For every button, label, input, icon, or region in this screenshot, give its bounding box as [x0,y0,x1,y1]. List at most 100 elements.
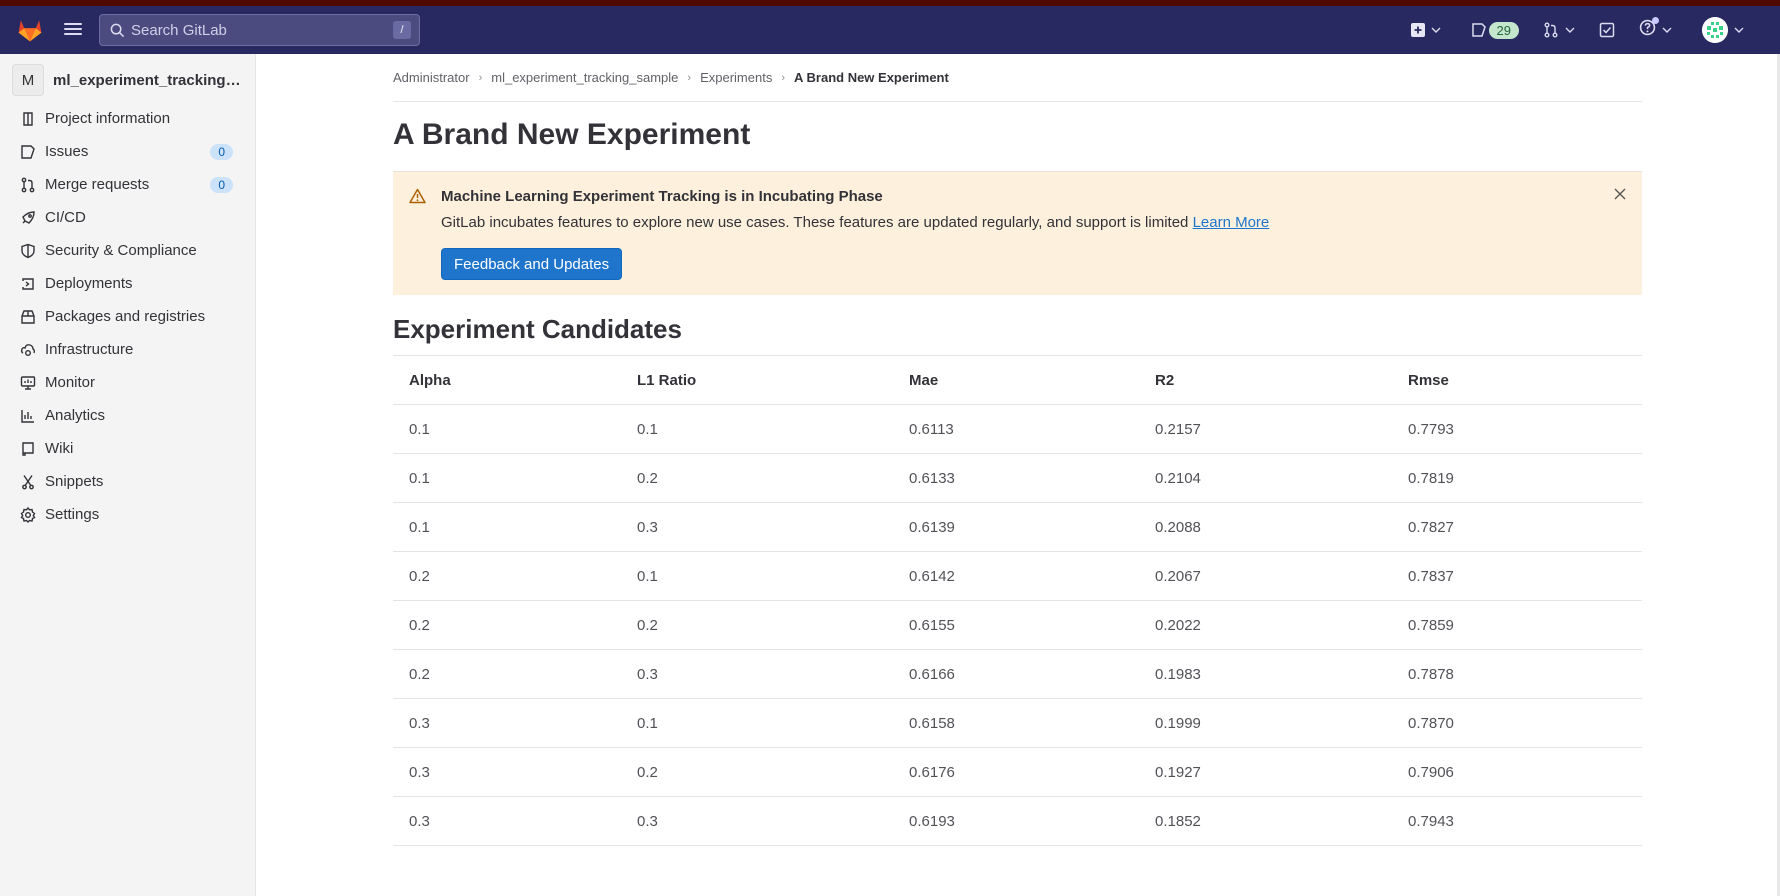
help-dropdown[interactable] [1633,14,1678,46]
notification-dot [1652,17,1659,24]
sidebar-item-packages-and-registries[interactable]: Packages and registries [0,300,255,333]
sidebar-item-label: Project information [45,110,171,127]
table-row[interactable]: 0.3 0.2 0.6176 0.1927 0.7906 [393,747,1642,797]
breadcrumb-administrator[interactable]: Administrator [393,70,470,85]
cell-alpha: 0.3 [393,747,621,797]
cell-mae: 0.6133 [893,453,1139,503]
search-shortcut-hint: / [393,21,411,39]
learn-more-link[interactable]: Learn More [1193,214,1270,231]
issues-nav-button[interactable]: 29 [1465,14,1525,46]
sidebar-item-snippets[interactable]: Snippets [0,465,255,498]
close-icon[interactable] [1614,188,1626,200]
cell-l1-ratio: 0.2 [621,747,893,797]
cell-rmse: 0.7793 [1392,404,1642,454]
candidates-title: Experiment Candidates [393,314,682,344]
chevron-down-icon [1431,27,1441,33]
breadcrumb-divider [393,101,1642,102]
feedback-and-updates-button[interactable]: Feedback and Updates [441,248,623,280]
cell-mae: 0.6158 [893,698,1139,748]
plus-square-icon [1410,23,1425,37]
cell-alpha: 0.1 [393,453,621,503]
rocket-icon [20,210,36,226]
cell-l1-ratio: 0.2 [621,453,893,503]
sidebar-item-security-compliance[interactable]: Security & Compliance [0,234,255,267]
breadcrumb-project[interactable]: ml_experiment_tracking_sample [491,70,678,85]
sidebar-item-label: Infrastructure [45,341,134,358]
todos-button[interactable] [1593,14,1621,46]
sidebar-item-merge-requests[interactable]: Merge requests 0 [0,168,255,201]
table-row[interactable]: 0.1 0.2 0.6133 0.2104 0.7819 [393,453,1642,503]
deployments-icon [20,276,36,292]
table-row[interactable]: 0.2 0.3 0.6166 0.1983 0.7878 [393,649,1642,699]
column-header-mae[interactable]: Mae [893,355,1139,405]
user-menu-dropdown[interactable] [1696,14,1750,46]
count-badge: 0 [210,143,233,160]
book-icon [20,441,36,457]
alert-body: GitLab incubates features to explore new… [441,214,1269,231]
cell-l1-ratio: 0.2 [621,600,893,650]
column-header-rmse[interactable]: Rmse [1392,355,1642,405]
hamburger-menu-icon[interactable] [62,20,84,40]
cell-rmse: 0.7906 [1392,747,1642,797]
cell-r2: 0.2067 [1139,551,1392,601]
sidebar-item-label: Settings [45,506,100,523]
search-box[interactable]: / [99,14,420,46]
chevron-down-icon [1565,27,1575,33]
sidebar-item-project-information[interactable]: Project information [0,102,255,135]
cell-alpha: 0.3 [393,796,621,846]
chevron-right-icon: › [687,71,692,84]
page-title: A Brand New Experiment [393,118,751,151]
table-row[interactable]: 0.3 0.1 0.6158 0.1999 0.7870 [393,698,1642,748]
sidebar-item-label: Snippets [45,473,104,490]
column-header-alpha[interactable]: Alpha [393,355,621,405]
new-item-dropdown[interactable] [1405,14,1447,46]
candidates-table: Alpha L1 Ratio Mae R2 Rmse 0.1 0.1 0.6113 0… [393,355,1642,846]
merge-request-icon [20,177,36,193]
cell-alpha: 0.2 [393,649,621,699]
sidebar-project-header[interactable]: M ml_experiment_tracking_sample [0,58,255,102]
breadcrumb-experiments[interactable]: Experiments [700,70,772,85]
breadcrumb-current[interactable]: A Brand New Experiment [794,70,949,85]
sidebar-item-monitor[interactable]: Monitor [0,366,255,399]
breadcrumb: Administrator › ml_experiment_tracking_s… [393,70,949,85]
sidebar-item-ci-cd[interactable]: CI/CD [0,201,255,234]
table-row[interactable]: 0.2 0.1 0.6142 0.2067 0.7837 [393,551,1642,601]
cell-mae: 0.6193 [893,796,1139,846]
sidebar-item-label: Monitor [45,374,96,391]
cell-mae: 0.6113 [893,404,1139,454]
sidebar-item-deployments[interactable]: Deployments [0,267,255,300]
table-row[interactable]: 0.1 0.1 0.6113 0.2157 0.7793 [393,404,1642,454]
sidebar-item-issues[interactable]: Issues 0 [0,135,255,168]
search-input[interactable] [131,21,371,39]
cell-rmse: 0.7837 [1392,551,1642,601]
issues-count-badge: 29 [1488,21,1519,39]
count-badge: 0 [210,176,233,193]
chevron-right-icon: › [781,71,785,84]
column-header-r2[interactable]: R2 [1139,355,1392,405]
cell-rmse: 0.7870 [1392,698,1642,748]
merge-requests-dropdown[interactable] [1537,14,1581,46]
table-row[interactable]: 0.1 0.3 0.6139 0.2088 0.7827 [393,502,1642,552]
issues-icon [1471,23,1486,37]
snippet-icon [20,474,36,490]
cell-l1-ratio: 0.3 [621,502,893,552]
cloud-gear-icon [20,342,36,358]
sidebar-item-wiki[interactable]: Wiki [0,432,255,465]
analytics-icon [20,408,36,424]
alert-title: Machine Learning Experiment Tracking is … [441,188,883,205]
column-header-l1-ratio[interactable]: L1 Ratio [621,355,893,405]
sidebar-item-settings[interactable]: Settings [0,498,255,531]
gitlab-logo[interactable] [16,16,44,44]
cell-rmse: 0.7878 [1392,649,1642,699]
sidebar-item-analytics[interactable]: Analytics [0,399,255,432]
alert-body-text: GitLab incubates features to explore new… [441,214,1189,231]
issues-icon [20,144,36,160]
cell-alpha: 0.3 [393,698,621,748]
table-row[interactable]: 0.3 0.3 0.6193 0.1852 0.7943 [393,796,1642,846]
todo-icon [1599,22,1615,38]
sidebar-item-infrastructure[interactable]: Infrastructure [0,333,255,366]
sidebar-item-label: CI/CD [45,209,86,226]
table-row[interactable]: 0.2 0.2 0.6155 0.2022 0.7859 [393,600,1642,650]
cell-r2: 0.2088 [1139,502,1392,552]
cell-r2: 0.2104 [1139,453,1392,503]
